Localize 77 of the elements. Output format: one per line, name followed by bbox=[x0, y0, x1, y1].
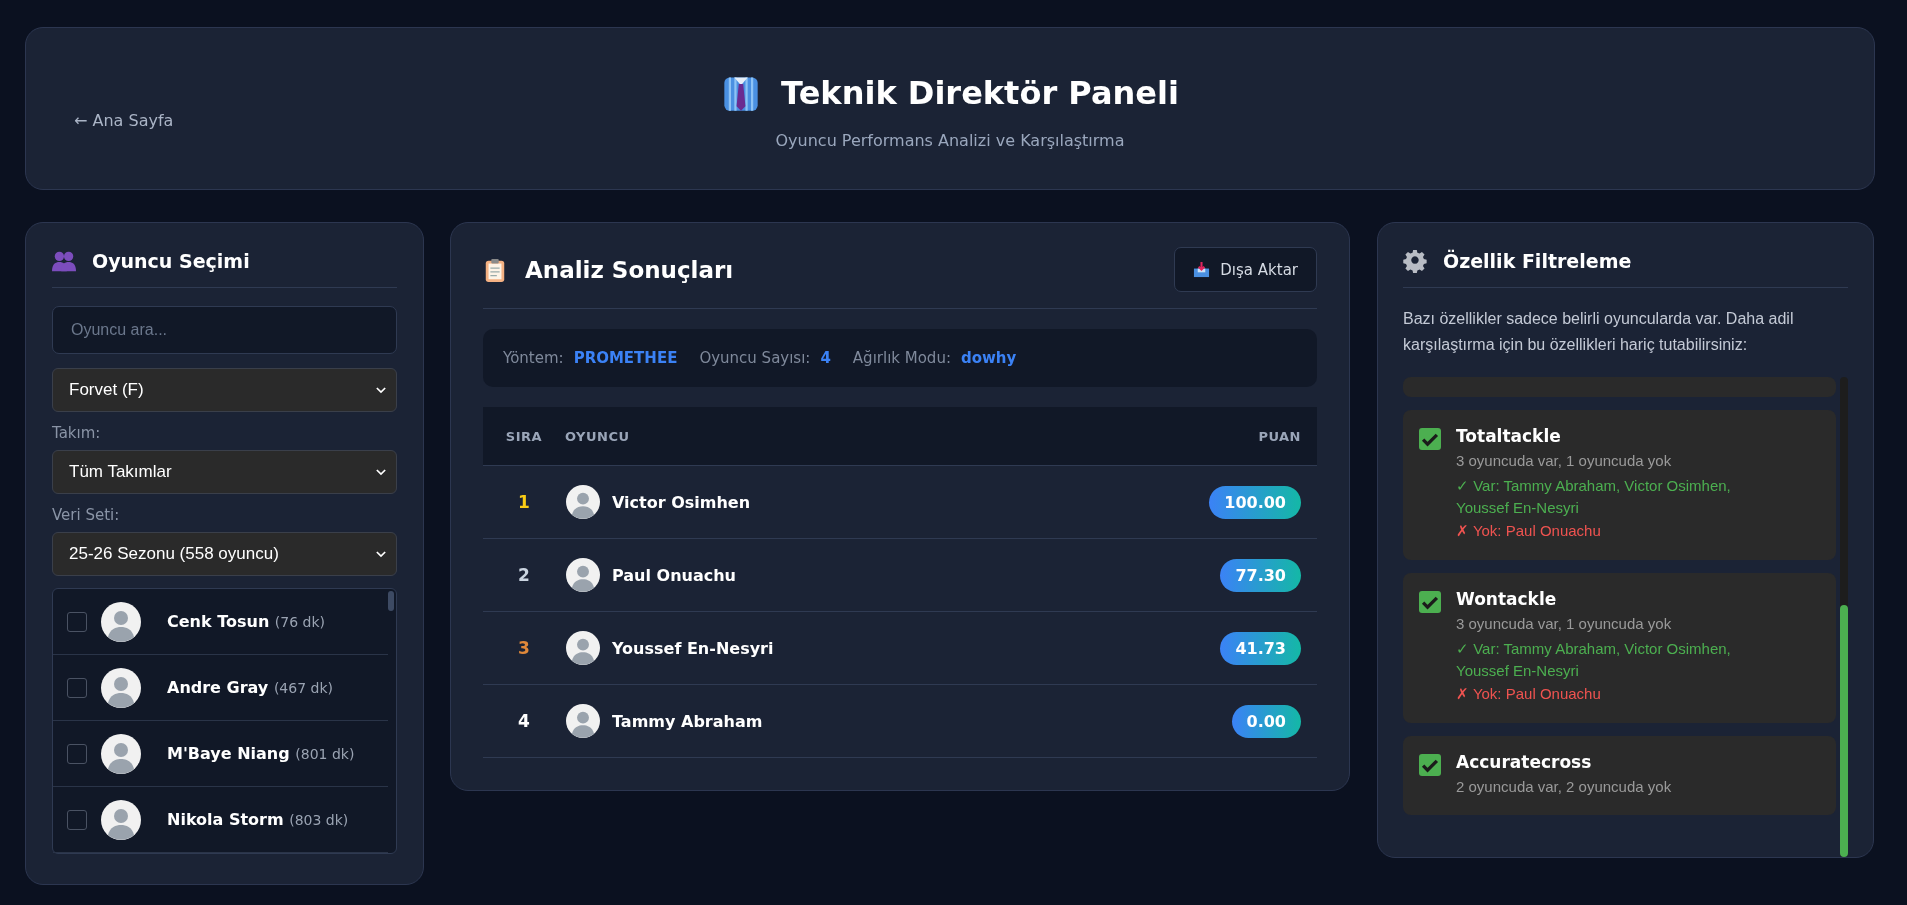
score-badge: 0.00 bbox=[1231, 704, 1301, 738]
rank-number: 4 bbox=[518, 711, 530, 731]
export-button[interactable]: Dışa Aktar bbox=[1174, 247, 1317, 292]
export-icon bbox=[1193, 261, 1211, 278]
page-title: Teknik Direktör Paneli bbox=[781, 74, 1179, 112]
avatar-icon bbox=[101, 667, 141, 708]
clipboard-icon bbox=[483, 257, 507, 282]
panel-title: Özellik Filtreleme bbox=[1443, 250, 1632, 272]
info-value: dowhy bbox=[960, 349, 1017, 367]
team-select[interactable]: Tüm Takımlar bbox=[52, 450, 397, 494]
absent-players: ✗ Yok: Paul Onuachu bbox=[1456, 521, 1602, 540]
gear-icon bbox=[1403, 249, 1427, 273]
score-badge: 77.30 bbox=[1220, 558, 1301, 592]
player-name: Andre Gray (467 dk) bbox=[167, 678, 333, 697]
avatar-icon bbox=[566, 558, 600, 592]
checkbox[interactable] bbox=[67, 743, 87, 764]
search-field[interactable]: Oyuncu ara... bbox=[52, 306, 397, 354]
player-name: Paul Onuachu bbox=[612, 565, 736, 585]
score-badge: 41.73 bbox=[1220, 631, 1301, 665]
player-list-item[interactable]: Cenk Tosun (76 dk) bbox=[53, 589, 388, 655]
description-text: Bazı özellikler sadece belirli oyuncularda var. Daha adil karşılaştırma için bu özellikleri hariç tutabilirsiniz: bbox=[1403, 309, 1795, 356]
player-name: Youssef En-Nesyri bbox=[612, 638, 774, 658]
player-list-item[interactable]: Nikola Storm (803 dk) bbox=[53, 787, 388, 853]
absent-players: ✗ Yok: Paul Onuachu bbox=[1456, 684, 1602, 703]
feature-summary: 3 oyuncuda var, 1 oyuncuda yok bbox=[1456, 614, 1673, 632]
avatar-icon bbox=[566, 485, 600, 519]
scrollbar[interactable] bbox=[1840, 376, 1848, 857]
info-value: PROMETHEE bbox=[573, 349, 678, 367]
feature-name: Wontackle bbox=[1456, 588, 1558, 609]
position-select[interactable]: Forvet (F) bbox=[52, 368, 397, 412]
rank-number: 2 bbox=[518, 565, 530, 585]
player-list-item[interactable]: Andre Gray (467 dk) bbox=[53, 655, 388, 721]
caret-icon bbox=[376, 387, 386, 394]
rank-number: 1 bbox=[518, 492, 530, 512]
avatar-icon bbox=[101, 733, 141, 774]
present-players: ✓ Var: Tammy Abraham, Victor Osimhen, Youssef En-Nesyri bbox=[1456, 638, 1732, 682]
checkbox[interactable] bbox=[1419, 427, 1441, 450]
field-label: Takım: bbox=[52, 424, 102, 442]
avatar-icon bbox=[566, 631, 600, 665]
player-list-item[interactable]: M'Baye Niang (801 dk) bbox=[53, 721, 388, 787]
rank-number: 3 bbox=[518, 638, 530, 658]
scrollbar[interactable] bbox=[388, 591, 394, 611]
panel-title: Oyuncu Seçimi bbox=[92, 250, 250, 272]
player-name: Cenk Tosun (76 dk) bbox=[167, 612, 326, 631]
present-players: ✓ Var: Tammy Abraham, Victor Osimhen, Youssef En-Nesyri bbox=[1456, 475, 1732, 519]
checkbox[interactable] bbox=[67, 809, 87, 830]
people-icon bbox=[52, 249, 76, 273]
avatar-icon bbox=[566, 704, 600, 738]
avatar-icon bbox=[101, 601, 141, 642]
feature-name: Totaltackle bbox=[1456, 425, 1562, 446]
player-name: Victor Osimhen bbox=[612, 492, 751, 512]
caret-icon bbox=[376, 469, 386, 476]
info-label: Yöntem: bbox=[503, 349, 564, 367]
feature-summary: 2 oyuncuda var, 2 oyuncuda yok bbox=[1456, 777, 1672, 795]
dataset-select[interactable]: 25-26 Sezonu (558 oyuncu) bbox=[52, 532, 397, 576]
column-header: SIRA bbox=[483, 407, 565, 466]
player-name: Tammy Abraham bbox=[612, 711, 763, 731]
feature-summary: 3 oyuncuda var, 1 oyuncuda yok bbox=[1456, 451, 1673, 469]
column-header: OYUNCU bbox=[565, 407, 1060, 466]
page-subtitle: Oyuncu Performans Analizi ve Karşılaştırma bbox=[775, 131, 1125, 150]
caret-icon bbox=[376, 551, 386, 558]
checkbox[interactable] bbox=[1419, 590, 1441, 613]
info-label: Oyuncu Sayısı: bbox=[699, 349, 811, 367]
player-name: Nikola Storm (803 dk) bbox=[167, 810, 349, 829]
back-link[interactable]: ← Ana Sayfa bbox=[74, 111, 174, 130]
player-name: M'Baye Niang (801 dk) bbox=[167, 744, 355, 763]
field-label: Veri Seti: bbox=[52, 506, 121, 524]
info-value: 4 bbox=[820, 349, 831, 367]
checkbox[interactable] bbox=[67, 611, 87, 632]
checkbox[interactable] bbox=[1419, 753, 1441, 776]
panel-title: Analiz Sonuçları bbox=[525, 256, 734, 283]
avatar-icon bbox=[101, 799, 141, 840]
feature-name: Accuratecross bbox=[1456, 751, 1593, 772]
info-label: Ağırlık Modu: bbox=[852, 349, 951, 367]
score-badge: 100.00 bbox=[1209, 485, 1301, 519]
checkbox[interactable] bbox=[67, 677, 87, 698]
column-header: PUAN bbox=[1060, 407, 1317, 466]
